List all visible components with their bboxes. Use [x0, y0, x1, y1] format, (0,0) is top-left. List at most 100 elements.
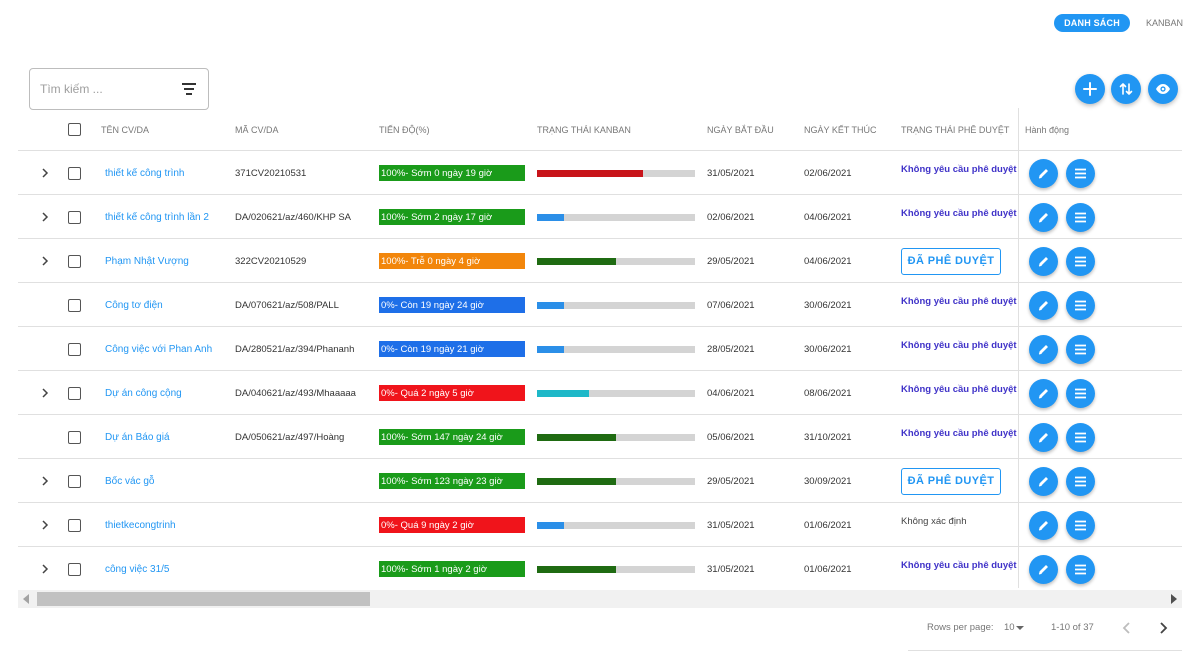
eye-icon [1156, 84, 1170, 94]
expand-row-chevron-icon[interactable] [40, 212, 50, 222]
approval-status: Không yêu cầu phê duyệt [901, 339, 1017, 351]
table-row[interactable]: Công việc với Phan Anh DA/280521/az/394/P… [18, 327, 1182, 371]
table-header: TÊN CV/DA MÃ CV/DA TIẾN ĐỘ(%) TRẠNG THÁI… [18, 108, 1182, 151]
header-kanban[interactable]: TRẠNG THÁI KANBAN [537, 125, 631, 135]
project-name-link[interactable]: Công tơ điện [105, 300, 163, 311]
project-name-link[interactable]: thiết kế công trình [105, 168, 185, 179]
table-row[interactable]: thiết kế công trình lần 2 DA/020621/az/46… [18, 195, 1182, 239]
table-row[interactable]: thietkecongtrinh 0%- Quá 9 ngày 2 giờ 31/0… [18, 503, 1182, 547]
approved-button[interactable]: ĐÃ PHÊ DUYỆT [901, 247, 1001, 275]
kanban-view-button[interactable]: KANBAN [1146, 18, 1183, 28]
start-date: 31/05/2021 [707, 519, 755, 531]
project-name-link[interactable]: công việc 31/5 [105, 564, 170, 575]
table-row[interactable]: Công tơ điện DA/070621/az/508/PALL 0%- Còn… [18, 283, 1182, 327]
menu-button[interactable] [1066, 554, 1095, 584]
scrollbar-thumb[interactable] [37, 592, 370, 606]
header-code[interactable]: MÃ CV/DA [235, 125, 279, 135]
list-view-button[interactable]: DANH SÁCH [1054, 14, 1130, 32]
row-checkbox[interactable] [68, 254, 81, 268]
view-columns-button[interactable] [1148, 74, 1178, 104]
menu-button[interactable] [1066, 158, 1095, 188]
pagination-divider [908, 650, 1182, 651]
edit-button[interactable] [1029, 202, 1058, 232]
sort-button[interactable] [1111, 74, 1141, 104]
approval-status: Không yêu cầu phê duyệt [901, 383, 1017, 395]
menu-button[interactable] [1066, 246, 1095, 276]
rows-per-page-select[interactable]: 10 [1004, 622, 1024, 633]
end-date: 04/06/2021 [804, 211, 852, 223]
scroll-right-arrow-icon[interactable] [1171, 594, 1177, 604]
horizontal-scrollbar[interactable] [18, 590, 1182, 608]
header-progress[interactable]: TIẾN ĐỘ(%) [379, 125, 430, 135]
menu-button[interactable] [1066, 334, 1095, 364]
project-name-link[interactable]: Dự án Báo giá [105, 432, 170, 443]
header-start-date[interactable]: NGÀY BẮT ĐẦU [707, 125, 774, 135]
header-approval[interactable]: TRẠNG THÁI PHÊ DUYỆT [901, 125, 1009, 135]
expand-row-chevron-icon[interactable] [40, 476, 50, 486]
menu-button[interactable] [1066, 290, 1095, 320]
kanban-status-fill [537, 565, 616, 573]
start-date: 28/05/2021 [707, 343, 755, 355]
menu-button[interactable] [1066, 466, 1095, 496]
row-checkbox[interactable] [68, 166, 81, 180]
edit-button[interactable] [1029, 554, 1058, 584]
expand-row-chevron-icon[interactable] [40, 256, 50, 266]
kanban-status-bar [537, 301, 695, 309]
row-checkbox[interactable] [68, 474, 81, 488]
edit-button[interactable] [1029, 378, 1058, 408]
edit-button[interactable] [1029, 158, 1058, 188]
table-row[interactable]: thiết kế công trình 371CV20210531 100%- Sớ… [18, 151, 1182, 195]
expand-row-chevron-icon[interactable] [40, 564, 50, 574]
end-date: 30/06/2021 [804, 343, 852, 355]
row-checkbox[interactable] [68, 518, 81, 532]
edit-button[interactable] [1029, 246, 1058, 276]
end-date: 30/06/2021 [804, 299, 852, 311]
header-end-date[interactable]: NGÀY KẾT THÚC [804, 125, 877, 135]
menu-button[interactable] [1066, 202, 1095, 232]
previous-page-icon[interactable] [1122, 622, 1132, 634]
edit-button[interactable] [1029, 290, 1058, 320]
project-name-link[interactable]: thietkecongtrinh [105, 520, 176, 531]
table-row[interactable]: Dự án Báo giá DA/050621/az/497/Hoàng 100%-… [18, 415, 1182, 459]
expand-row-chevron-icon[interactable] [40, 520, 50, 530]
approval-status: Không yêu cầu phê duyệt [901, 427, 1017, 439]
row-checkbox[interactable] [68, 430, 81, 444]
approval-status: Không yêu cầu phê duyệt [901, 207, 1017, 219]
plus-icon [1083, 82, 1097, 96]
scroll-left-arrow-icon[interactable] [23, 594, 29, 604]
row-checkbox[interactable] [68, 298, 81, 312]
search-input[interactable] [40, 82, 170, 96]
row-checkbox[interactable] [68, 210, 81, 224]
edit-button[interactable] [1029, 422, 1058, 452]
edit-button[interactable] [1029, 510, 1058, 540]
select-all-checkbox[interactable] [68, 123, 81, 136]
menu-button[interactable] [1066, 510, 1095, 540]
project-name-link[interactable]: Công việc với Phan Anh [105, 344, 212, 355]
menu-lines-icon [1075, 212, 1086, 222]
table-row[interactable]: công việc 31/5 100%- Sớm 1 ngày 2 giờ 31/0… [18, 547, 1182, 591]
edit-button[interactable] [1029, 334, 1058, 364]
progress-badge: 100%- Sớm 2 ngày 17 giờ [379, 209, 525, 225]
menu-button[interactable] [1066, 378, 1095, 408]
expand-row-chevron-icon[interactable] [40, 168, 50, 178]
add-button[interactable] [1075, 74, 1105, 104]
edit-button[interactable] [1029, 466, 1058, 496]
header-name[interactable]: TÊN CV/DA [101, 125, 149, 135]
table-row[interactable]: Dự án công cộng DA/040621/az/493/Mhaaaaa 0… [18, 371, 1182, 415]
next-page-icon[interactable] [1158, 622, 1168, 634]
table-row[interactable]: Bốc vác gỗ 100%- Sớm 123 ngày 23 giờ 29/05… [18, 459, 1182, 503]
kanban-status-fill [537, 433, 616, 441]
project-name-link[interactable]: Phạm Nhật Vượng [105, 256, 189, 267]
project-name-link[interactable]: Bốc vác gỗ [105, 476, 154, 487]
menu-button[interactable] [1066, 422, 1095, 452]
table-row[interactable]: Phạm Nhật Vượng 322CV20210529 100%- Trễ 0 … [18, 239, 1182, 283]
row-checkbox[interactable] [68, 562, 81, 576]
project-name-link[interactable]: Dự án công cộng [105, 388, 182, 399]
expand-row-chevron-icon[interactable] [40, 388, 50, 398]
row-checkbox[interactable] [68, 386, 81, 400]
project-name-link[interactable]: thiết kế công trình lần 2 [105, 212, 209, 223]
filter-icon[interactable] [182, 83, 196, 95]
row-checkbox[interactable] [68, 342, 81, 356]
progress-badge: 0%- Quá 9 ngày 2 giờ [379, 517, 525, 533]
approved-button[interactable]: ĐÃ PHÊ DUYỆT [901, 467, 1001, 495]
